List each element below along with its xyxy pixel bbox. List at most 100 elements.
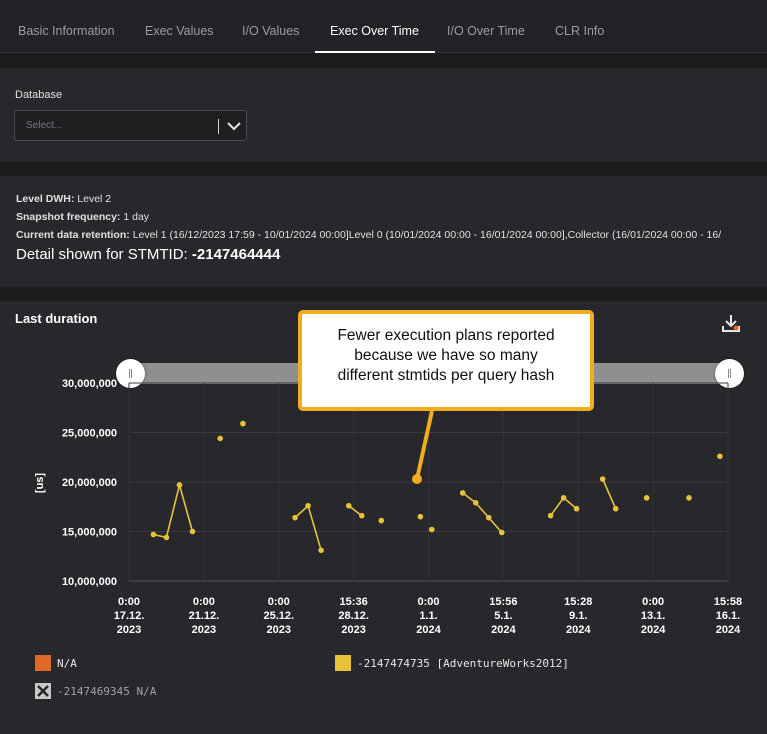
stmtid-detail: Detail shown for STMTID: -2147464444 [16, 246, 280, 263]
x-tick-label-line: 2023 [117, 624, 141, 636]
x-tick-label-line: 0:00 [268, 596, 290, 608]
data-point [485, 514, 492, 521]
disabled-x-icon [35, 683, 51, 699]
callout-line-1: Fewer execution plans reported [337, 327, 555, 344]
x-tick-label: 0:00 1.1. 2024 [416, 596, 441, 636]
y-tick-label: 10,000,000 [62, 576, 117, 588]
tab-basic-information[interactable]: Basic Information [18, 0, 115, 53]
data-point [318, 547, 324, 554]
data-point [189, 528, 196, 535]
data-point [459, 490, 466, 496]
data-point [573, 505, 580, 512]
download-icon[interactable] [720, 312, 742, 334]
data-point [612, 505, 619, 512]
retention-value: Level 1 (16/12/2023 17:59 - 10/01/2024 0… [132, 229, 722, 241]
chart-title: Last duration [15, 311, 98, 326]
series-line-segment [601, 478, 617, 510]
data-point [547, 512, 554, 519]
data-point [217, 435, 223, 442]
x-tick-label: 0:00 17.12. 2023 [114, 596, 145, 636]
data-point [599, 476, 606, 482]
x-tick-label-line: 2023 [267, 624, 291, 636]
tab-exec-over-time[interactable]: Exec Over Time [315, 0, 435, 53]
x-tick-label-line: 15:36 [340, 596, 368, 608]
snapshot-key: Snapshot frequency: [16, 211, 121, 223]
data-point [292, 514, 298, 521]
y-axis-ticks: 10,000,000 15,000,000 20,000,000 25,000,000… [62, 378, 117, 588]
y-tick-label: 15,000,000 [62, 527, 117, 539]
y-tick-label: 30,000,000 [62, 378, 117, 390]
series-line-segment [294, 504, 322, 551]
data-point [240, 420, 246, 427]
x-tick-label-line: 0:00 [118, 596, 140, 608]
data-retention-info: Current data retention: Level 1 (16/12/2… [16, 229, 767, 241]
x-tick-label: 15:36 28.12. 2023 [338, 596, 369, 636]
snapshot-value: 1 day [123, 211, 150, 223]
data-point [358, 512, 365, 519]
y-tick-label: 25,000,000 [62, 428, 117, 440]
data-point [378, 517, 385, 524]
data-point [305, 502, 311, 509]
x-tick-label: 0:00 21.12. 2023 [189, 596, 220, 636]
data-point [176, 482, 183, 488]
callout-pointer [412, 410, 434, 484]
database-select-placeholder: Select... [26, 120, 63, 131]
tab-io-values[interactable]: I/O Values [242, 0, 299, 53]
x-tick-label-line: 2024 [566, 624, 591, 636]
stmtid-value: -2147464444 [191, 246, 281, 263]
x-tick-label: 15:28 9.1. 2024 [564, 596, 592, 636]
x-tick-label-line: 0:00 [417, 596, 439, 608]
x-tick-label-line: 2024 [641, 624, 666, 636]
x-tick-label-line: 15:58 [714, 596, 742, 608]
legend-label-2147469345: -2147469345 N/A [57, 685, 157, 698]
snapshot-frequency-info: Snapshot frequency: 1 day [16, 211, 149, 223]
x-tick-label-line: 0:00 [193, 596, 215, 608]
x-tick-label: 15:58 16.1. 2024 [714, 596, 742, 636]
x-tick-label-line: 13.1. [641, 610, 665, 622]
select-separator [218, 119, 219, 134]
x-tick-label-line: 16.1. [716, 610, 740, 622]
legend-swatch-adventureworks [335, 655, 351, 671]
data-point [643, 495, 650, 501]
y-tick-label: 20,000,000 [62, 477, 117, 489]
tab-clr-info[interactable]: CLR Info [555, 0, 604, 53]
series-line-segment [153, 481, 194, 539]
x-tick-label: 0:00 25.12. 2023 [263, 596, 294, 636]
tab-bar: Basic Information Exec Values I/O Values… [0, 0, 767, 53]
x-tick-label-line: 9.1. [569, 610, 587, 622]
tab-io-over-time[interactable]: I/O Over Time [447, 0, 525, 53]
data-point [417, 513, 424, 520]
x-tick-label: 0:00 13.1. 2024 [641, 596, 666, 636]
x-tick-label-line: 2023 [192, 624, 216, 636]
x-tick-label-line: 21.12. [189, 610, 220, 622]
legend-label-na: N/A [57, 657, 77, 670]
legend-swatch-na [35, 655, 51, 671]
x-tick-label-line: 25.12. [263, 610, 294, 622]
x-tick-label-line: 2024 [716, 624, 741, 636]
stmtid-prefix: Detail shown for STMTID: [16, 246, 188, 263]
x-tick-label-line: 17.12. [114, 610, 145, 622]
tab-exec-values[interactable]: Exec Values [145, 0, 214, 53]
series-line-segment [462, 492, 503, 534]
annotation-callout: Fewer execution plans reported because w… [298, 310, 594, 411]
data-point [150, 531, 157, 538]
chevron-down-icon[interactable] [225, 118, 243, 134]
retention-key: Current data retention: [16, 229, 130, 241]
x-tick-label-line: 2023 [341, 624, 365, 636]
legend-label-adventureworks: -2147474735 [AdventureWorks2012] [357, 657, 569, 670]
y-axis-label: [us] [34, 473, 46, 494]
x-tick-label: 15:56 5.1. 2024 [489, 596, 517, 636]
data-point [498, 529, 505, 536]
level-dwh-info: Level DWH: Level 2 [16, 193, 111, 205]
level-dwh-key: Level DWH: [16, 193, 75, 205]
x-tick-label-line: 15:28 [564, 596, 592, 608]
callout-line-2: because we have so many [354, 347, 538, 364]
database-select[interactable]: Select... [14, 110, 247, 141]
data-point [163, 534, 170, 541]
x-tick-label-line: 1.1. [419, 610, 437, 622]
x-tick-label-line: 15:56 [489, 596, 517, 608]
data-point [717, 453, 723, 460]
level-dwh-value: Level 2 [77, 193, 112, 205]
x-tick-label-line: 28.12. [338, 610, 369, 622]
database-label: Database [15, 89, 63, 101]
